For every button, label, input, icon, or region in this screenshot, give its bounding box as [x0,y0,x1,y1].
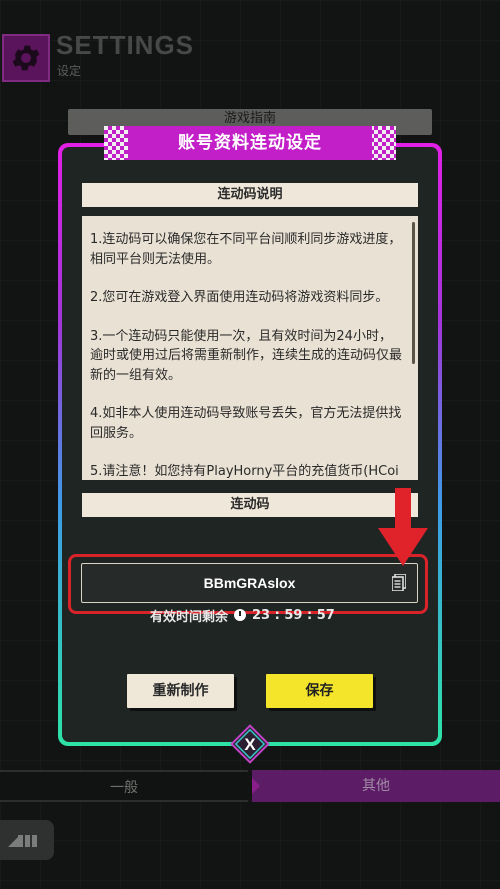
explain-paragraph-3: 3.一个连动码只能使用一次，且有效时间为24小时，逾时或使用过后将需重新制作，连… [90,328,403,383]
explain-paragraph-2: 2.您可在游戏登入界面使用连动码将游戏资料同步。 [90,290,389,305]
back-icon [8,835,37,847]
pixel-decoration-left [104,126,130,160]
explain-scrollbar[interactable] [412,222,415,364]
explain-header: 连动码说明 [82,183,418,207]
copy-icon[interactable] [392,574,406,591]
pixel-decoration-right [370,126,396,160]
modal-title: 账号资料连动设定 [128,126,372,160]
back-button[interactable] [0,820,54,860]
regenerate-button[interactable]: 重新制作 [127,674,234,708]
explain-paragraph-5: 5.请注意！如您持有PlayHorny平台的充值货币(HCoi [90,464,399,479]
save-button[interactable]: 保存 [266,674,373,708]
timer-value: 23 : 59 : 57 [252,607,335,623]
tab-general[interactable]: 一般 [0,770,248,802]
tab-other[interactable]: 其他 [252,770,500,802]
close-button[interactable]: X [230,724,270,764]
code-header: 连动码 [82,493,418,517]
explain-text-box[interactable]: 1.连动码可以确保您在不同平台间顺利同步游戏进度，相同平台则无法使用。 2.您可… [82,216,418,480]
timer-label: 有效时间剩余 [150,609,229,625]
explain-paragraph-4: 4.如非本人使用连动码导致账号丢失，官方无法提供找回服务。 [90,406,402,441]
tab-other-label: 其他 [362,778,390,794]
clock-icon [234,609,247,621]
red-arrow-down-icon [378,488,428,566]
close-icon: X [244,735,256,754]
timer-row: 有效时间剩余 23 : 59 : 57 [150,605,350,625]
explain-paragraph-1: 1.连动码可以确保您在不同平台间顺利同步游戏进度，相同平台则无法使用。 [90,232,402,267]
link-code-field[interactable]: BBmGRAslox [81,563,418,603]
